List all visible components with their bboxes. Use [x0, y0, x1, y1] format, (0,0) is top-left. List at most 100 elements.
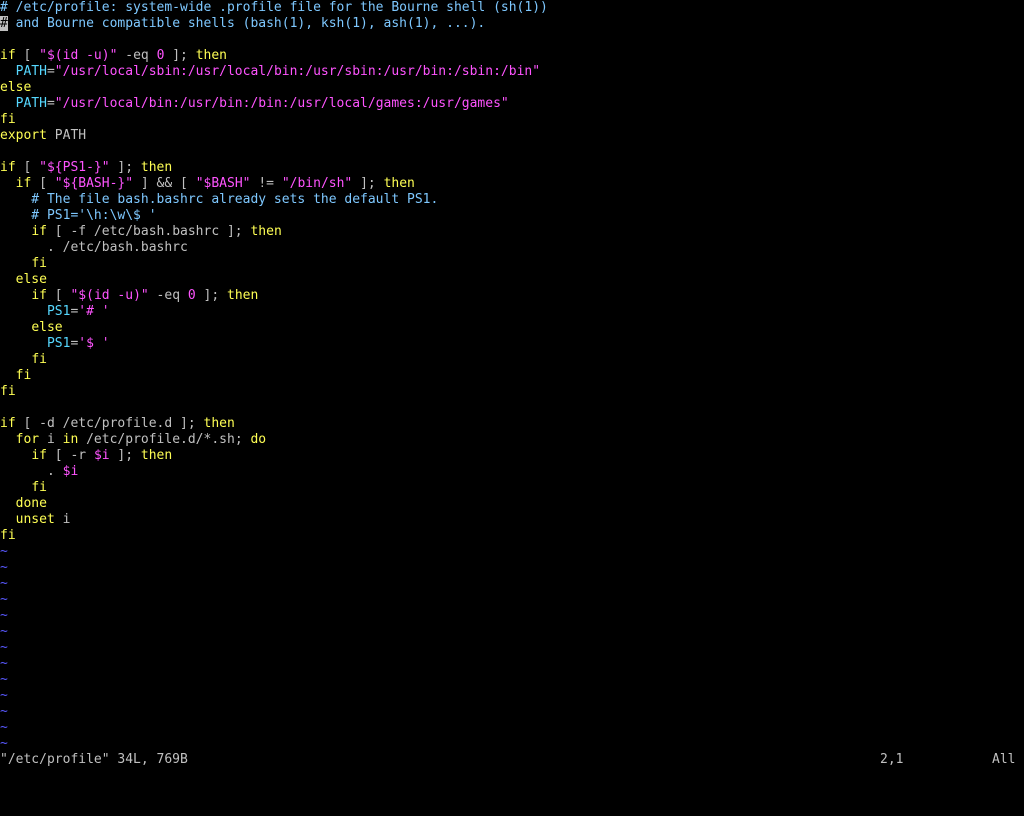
text-cursor: # [0, 16, 8, 31]
code-line[interactable]: . /etc/bash.bashrc [0, 240, 1024, 256]
code-token: fi [0, 528, 16, 543]
code-token: ) [133, 288, 141, 303]
code-line[interactable]: if [ -r $i ]; then [0, 448, 1024, 464]
code-token: " [140, 288, 149, 303]
code-token: i [39, 432, 63, 447]
code-line[interactable]: export PATH [0, 128, 1024, 144]
code-token: ]; [164, 48, 196, 63]
code-token: else [15, 272, 47, 287]
code-token: fi [31, 352, 47, 367]
code-line[interactable]: else [0, 272, 1024, 288]
code-token: '$ ' [78, 336, 110, 351]
code-token: in [62, 432, 79, 447]
code-token: [ -f /etc/bash.bashrc ]; [46, 224, 251, 239]
code-line[interactable]: # PS1='\h:\w\$ ' [0, 208, 1024, 224]
code-token: if [15, 176, 32, 191]
code-line[interactable] [0, 400, 1024, 416]
code-line[interactable]: PATH="/usr/local/sbin:/usr/local/bin:/us… [0, 64, 1024, 80]
code-token: fi [31, 256, 47, 271]
empty-line-marker: ~ [0, 720, 1024, 736]
code-token: '# ' [78, 304, 110, 319]
code-token: ) [101, 48, 110, 63]
code-line[interactable]: if [ -d /etc/profile.d ]; then [0, 416, 1024, 432]
code-line[interactable]: fi [0, 256, 1024, 272]
code-line[interactable]: fi [0, 368, 1024, 384]
code-token: $i [93, 448, 110, 463]
code-token: = [46, 64, 55, 79]
code-token: " [101, 160, 110, 175]
code-token: -eq [148, 288, 188, 303]
code-line[interactable]: PATH="/usr/local/bin:/usr/bin:/bin:/usr/… [0, 96, 1024, 112]
code-token: id -u [93, 288, 134, 303]
code-token: = [46, 96, 55, 111]
code-line[interactable]: if [ "$(id -u)" -eq 0 ]; then [0, 288, 1024, 304]
code-token: then [227, 288, 259, 303]
code-line[interactable]: . $i [0, 464, 1024, 480]
code-line[interactable]: # The file bash.bashrc already sets the … [0, 192, 1024, 208]
code-line[interactable]: PS1='$ ' [0, 336, 1024, 352]
empty-line-marker: ~ [0, 608, 1024, 624]
code-line[interactable]: fi [0, 480, 1024, 496]
code-line[interactable]: if [ "${BASH-}" ] && [ "$BASH" != "/bin/… [0, 176, 1024, 192]
code-line[interactable] [0, 144, 1024, 160]
tilde-marker: ~ [0, 608, 8, 623]
code-token: . [0, 464, 63, 479]
code-line[interactable]: done [0, 496, 1024, 512]
code-line[interactable]: fi [0, 112, 1024, 128]
code-token: " [39, 48, 47, 63]
empty-line-marker: ~ [0, 656, 1024, 672]
empty-line-marker: ~ [0, 736, 1024, 752]
code-line[interactable]: if [ "$(id -u)" -eq 0 ]; then [0, 48, 1024, 64]
code-token: export [0, 128, 47, 143]
editor-buffer[interactable]: # /etc/profile: system-wide .profile fil… [0, 0, 1024, 752]
empty-line-marker: ~ [0, 544, 1024, 560]
code-token: PS1 [46, 336, 71, 351]
code-token: ]; [352, 176, 384, 191]
code-line[interactable]: for i in /etc/profile.d/*.sh; do [0, 432, 1024, 448]
code-token: fi [31, 480, 47, 495]
code-line[interactable]: else [0, 320, 1024, 336]
code-line[interactable]: if [ -f /etc/bash.bashrc ]; then [0, 224, 1024, 240]
code-token: id -u [62, 48, 102, 63]
code-token: fi [0, 384, 16, 399]
code-token: then [195, 48, 228, 63]
status-scroll-position: All [992, 752, 1016, 767]
code-line[interactable]: # and Bourne compatible shells (bash(1),… [0, 16, 1024, 32]
code-token: then [250, 224, 282, 239]
empty-line-marker: ~ [0, 576, 1024, 592]
code-line[interactable]: fi [0, 352, 1024, 368]
code-token: " [125, 176, 134, 191]
code-token: if [31, 288, 47, 303]
code-token: -eq [117, 48, 157, 63]
code-line[interactable]: fi [0, 528, 1024, 544]
code-token: PATH [46, 128, 87, 143]
tilde-marker: ~ [0, 592, 8, 607]
code-token: ${BASH-} [62, 176, 126, 191]
code-token: $i [62, 464, 79, 479]
code-line[interactable]: PS1='# ' [0, 304, 1024, 320]
empty-line-marker: ~ [0, 688, 1024, 704]
code-line[interactable]: else [0, 80, 1024, 96]
code-line[interactable]: if [ "${PS1-}" ]; then [0, 160, 1024, 176]
tilde-marker: ~ [0, 688, 8, 703]
code-token: $( [46, 48, 63, 63]
code-line[interactable]: unset i [0, 512, 1024, 528]
code-token: ${PS1-} [46, 160, 102, 175]
code-token: $BASH [203, 176, 243, 191]
code-token: if [0, 416, 16, 431]
code-line[interactable]: # /etc/profile: system-wide .profile fil… [0, 0, 1024, 16]
code-line[interactable] [0, 32, 1024, 48]
code-token: [ -d /etc/profile.d ]; [15, 416, 204, 431]
code-token: [ [46, 288, 71, 303]
tilde-marker: ~ [0, 576, 8, 591]
code-line[interactable]: fi [0, 384, 1024, 400]
status-cursor-position: 2,1 [880, 752, 904, 767]
code-token: . /etc/bash.bashrc [0, 240, 188, 255]
code-token: ] && [ [133, 176, 196, 191]
